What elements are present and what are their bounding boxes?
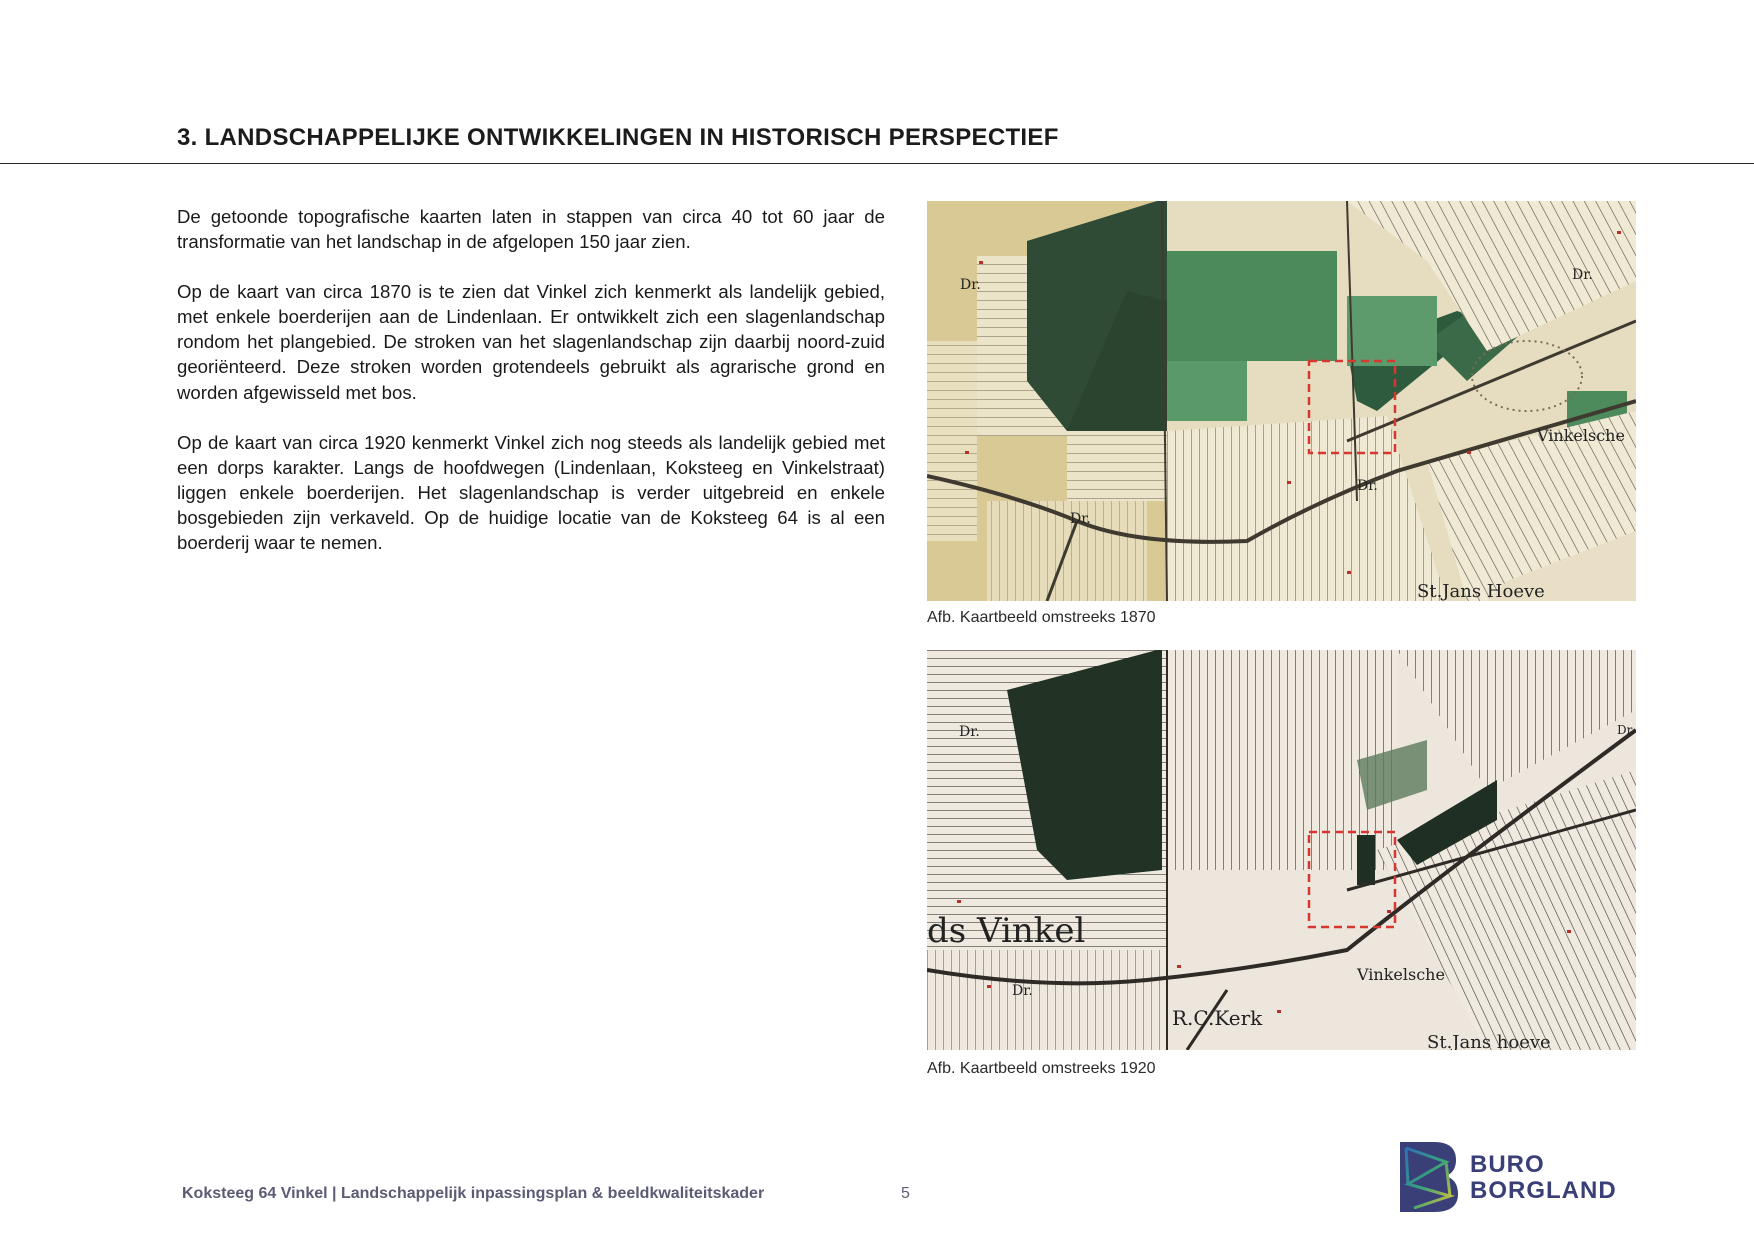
figure-caption-1920: Afb. Kaartbeeld omstreeks 1920 xyxy=(927,1060,1156,1077)
map-label: Vinkelsche xyxy=(1356,965,1445,984)
map-label: Dr. xyxy=(960,277,981,293)
logo-mark-icon xyxy=(1400,1142,1458,1212)
page-heading: 3. LANDSCHAPPELIJKE ONTWIKKELINGEN IN HI… xyxy=(177,124,1059,151)
map-label: Dr. xyxy=(959,724,980,740)
map-label: Dr. xyxy=(1357,478,1378,494)
map-label: Dr. xyxy=(1070,511,1091,527)
map-label: St.Jans Hoeve xyxy=(1417,581,1545,601)
map-label: Dr. xyxy=(1617,723,1635,737)
footer-document-title: Koksteeg 64 Vinkel | Landschappelijk inp… xyxy=(182,1185,764,1203)
heading-divider xyxy=(0,163,1754,164)
logo-wordmark: BURO BORGLAND xyxy=(1470,1152,1617,1204)
map-label: R.C.Kerk xyxy=(1172,1006,1263,1030)
logo-line-2: BORGLAND xyxy=(1470,1177,1617,1204)
map-label: Dr. xyxy=(1012,983,1033,999)
paragraph-1870: Op de kaart van circa 1870 is te zien da… xyxy=(177,281,885,403)
footer-separator: | xyxy=(327,1185,341,1202)
page-number: 5 xyxy=(901,1185,910,1202)
paragraph-1920: Op de kaart van circa 1920 kenmerkt Vink… xyxy=(177,431,885,554)
footer-title: Koksteeg 64 Vinkel xyxy=(182,1185,328,1202)
map-label: Dr. xyxy=(1572,267,1593,283)
footer-subtitle: Landschappelijk inpassingsplan & beeldkw… xyxy=(340,1185,765,1202)
map-1920: Dr. ds Vinkel Dr. Vinkelsche R.C.Kerk St… xyxy=(927,650,1636,1050)
map-1870: Dr. Dr. Dr. Dr. Vinkelsche St.Jans Hoeve xyxy=(927,201,1636,601)
logo-line-1: BURO xyxy=(1470,1151,1545,1178)
buro-borgland-logo: BURO BORGLAND xyxy=(1398,1140,1616,1216)
body-text: De getoonde topografische kaarten laten … xyxy=(177,204,885,580)
figure-caption-1870: Afb. Kaartbeeld omstreeks 1870 xyxy=(927,609,1156,626)
map-label: St.Jans hoeve xyxy=(1427,1032,1551,1050)
paragraph-intro: De getoonde topografische kaarten laten … xyxy=(177,206,885,253)
map-label: ds Vinkel xyxy=(927,911,1085,951)
map-label: Vinkelsche xyxy=(1536,426,1625,445)
